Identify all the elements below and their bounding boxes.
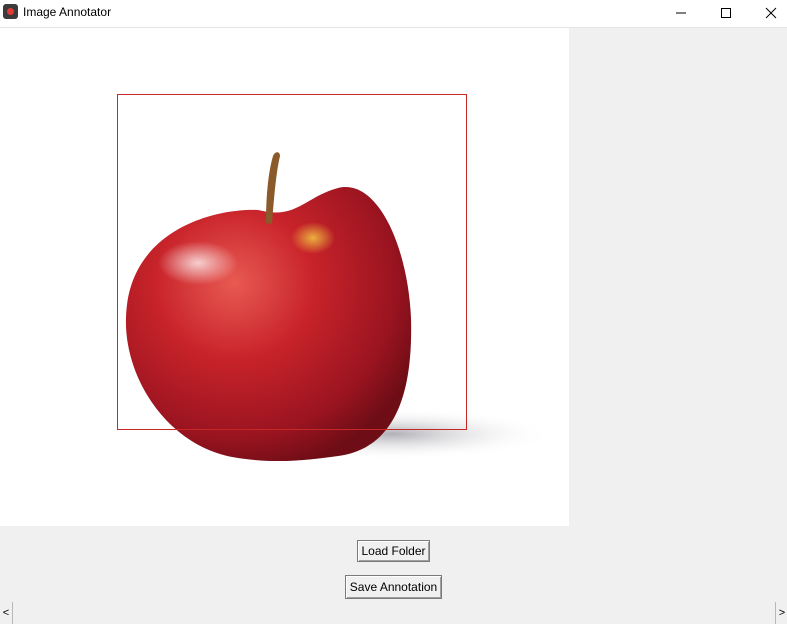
close-icon	[765, 7, 777, 19]
title-bar: Image Annotator	[0, 0, 787, 28]
close-button[interactable]	[748, 0, 787, 26]
annotation-bounding-box[interactable]	[117, 94, 467, 430]
minimize-button[interactable]	[658, 0, 704, 26]
maximize-icon	[721, 8, 731, 18]
window-title: Image Annotator	[23, 5, 112, 19]
app-icon	[3, 4, 18, 19]
minimize-icon	[676, 12, 686, 14]
maximize-button[interactable]	[703, 0, 749, 26]
scroll-right-button[interactable]: >	[775, 602, 787, 624]
load-folder-button[interactable]: Load Folder	[357, 540, 430, 562]
side-panel	[569, 28, 787, 526]
save-annotation-button[interactable]: Save Annotation	[345, 575, 442, 599]
scroll-left-button[interactable]: <	[0, 602, 13, 624]
